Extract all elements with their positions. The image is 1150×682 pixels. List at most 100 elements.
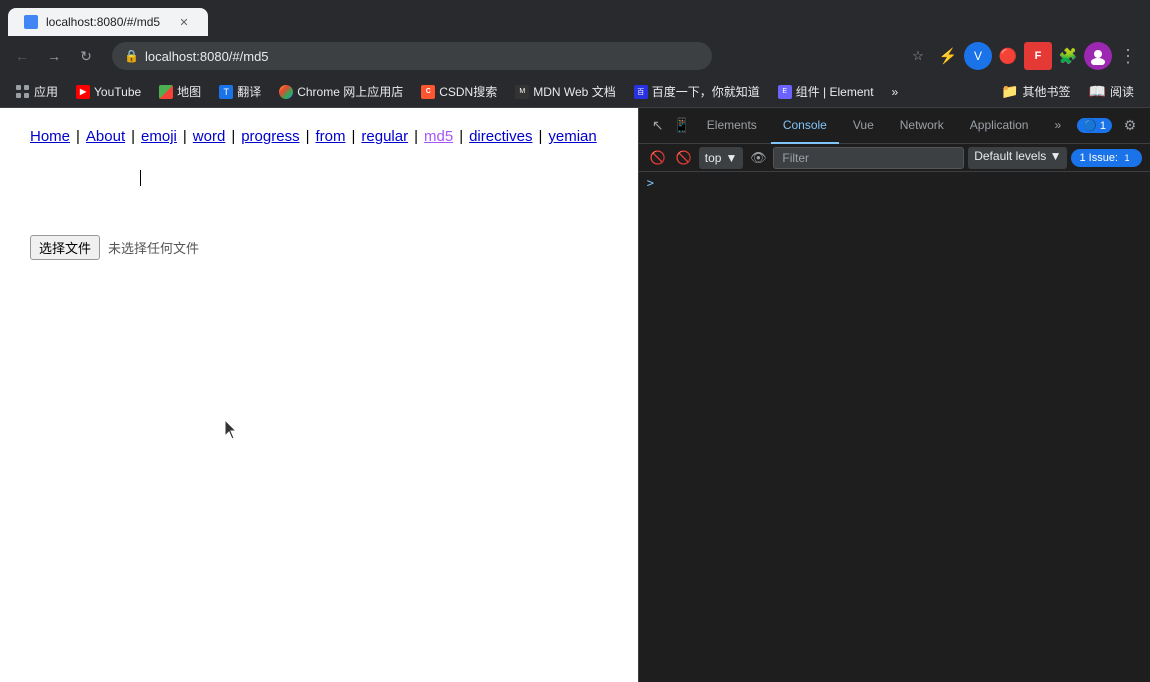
nav-link-progress[interactable]: progress: [241, 128, 299, 145]
bookmark-reader[interactable]: 📖 阅读: [1081, 80, 1142, 104]
bookmark-other[interactable]: 📁 其他书签: [993, 80, 1078, 104]
nav-link-home[interactable]: Home: [30, 128, 70, 145]
devtools-cursor-btn[interactable]: ↖: [647, 115, 669, 137]
devtools-tab-console[interactable]: Console: [771, 108, 839, 144]
bookmark-youtube[interactable]: ▶ YouTube: [68, 80, 149, 104]
vue-tab-label: Vue: [853, 118, 874, 132]
nav-link-directives[interactable]: directives: [469, 128, 532, 145]
devtools-secondary-toolbar: 🚫 🚫 top ▼ 👁 Default levels ▼ 1 Issue: 1: [639, 144, 1150, 172]
bookmark-more[interactable]: »: [884, 80, 907, 104]
tab-favicon: [24, 15, 38, 29]
csdn-label: CSDN搜索: [439, 83, 497, 100]
profile-btn[interactable]: V: [964, 42, 992, 70]
devtools-tab-more[interactable]: »: [1042, 108, 1073, 144]
context-dropdown-icon: ▼: [725, 151, 737, 165]
bookmark-star-btn[interactable]: ☆: [904, 42, 932, 70]
nav-link-from[interactable]: from: [315, 128, 345, 145]
devtools-tab-network[interactable]: Network: [888, 108, 956, 144]
file-choose-button[interactable]: 选择文件: [30, 235, 100, 260]
back-button[interactable]: ←: [8, 42, 36, 70]
sep-3: |: [183, 128, 187, 145]
youtube-label: YouTube: [94, 85, 141, 99]
extension2-btn[interactable]: F: [1024, 42, 1052, 70]
console-arrow: >: [647, 176, 654, 190]
bookmark-translate[interactable]: T 翻译: [211, 80, 269, 104]
more-tabs-label: »: [1054, 118, 1061, 132]
devtools-tab-vue[interactable]: Vue: [841, 108, 886, 144]
issue-chip[interactable]: 1 Issue: 1: [1071, 149, 1142, 167]
nav-link-yemian[interactable]: yemian: [548, 128, 596, 145]
devtools-tab-elements[interactable]: Elements: [695, 108, 769, 144]
devtools-settings-btn[interactable]: ⚙: [1118, 114, 1142, 138]
context-selector[interactable]: top ▼: [699, 147, 744, 169]
baidu-label: 百度一下，你就知道: [652, 83, 760, 100]
clear-console-btn[interactable]: 🚫: [647, 147, 669, 169]
bookmark-element[interactable]: E 组件 | Element: [770, 80, 882, 104]
filter-input[interactable]: [773, 147, 964, 169]
bookmark-baidu[interactable]: 百 百度一下，你就知道: [626, 80, 768, 104]
bookmark-csdn[interactable]: C CSDN搜索: [413, 80, 505, 104]
refresh-button[interactable]: ↻: [72, 42, 100, 70]
tab-title: localhost:8080/#/md5: [46, 15, 168, 29]
file-input-area: 选择文件 未选择任何文件: [30, 235, 608, 260]
translate-label: 翻译: [237, 83, 261, 100]
reader-icon: 📖: [1089, 83, 1106, 100]
network-tab-label: Network: [900, 118, 944, 132]
address-input-container[interactable]: 🔒 localhost:8080/#/md5: [112, 42, 712, 70]
devtools-console: >: [639, 172, 1150, 682]
nav-link-md5[interactable]: md5: [424, 128, 453, 145]
console-tab-label: Console: [783, 118, 827, 132]
devtools-tab-application[interactable]: Application: [958, 108, 1041, 144]
content-area: Home | About | emoji | word | progress |…: [0, 108, 1150, 682]
console-input-area[interactable]: [658, 176, 1142, 190]
sep-4: |: [231, 128, 235, 145]
sep-8: |: [459, 128, 463, 145]
bookmark-chrome-store[interactable]: Chrome 网上应用店: [271, 80, 411, 104]
text-cursor: [140, 170, 141, 186]
menu-btn[interactable]: ⋮: [1114, 42, 1142, 70]
levels-selector[interactable]: Default levels ▼: [968, 147, 1067, 169]
devtools-panel: ↖ 📱 Elements Console Vue Network Applica…: [638, 108, 1150, 682]
nav-link-regular[interactable]: regular: [361, 128, 408, 145]
reader-label: 阅读: [1110, 83, 1134, 100]
extensions-puzzle-btn[interactable]: 🧩: [1054, 42, 1082, 70]
csdn-icon: C: [421, 85, 435, 99]
apps-label: 应用: [34, 83, 58, 100]
tab-bar: localhost:8080/#/md5 ✕: [0, 0, 1150, 36]
account-btn[interactable]: [1084, 42, 1112, 70]
console-prompt[interactable]: >: [647, 176, 1142, 190]
toolbar-right: ☆ ⚡ V 🔴 F 🧩 ⋮: [904, 42, 1142, 70]
extension1-btn[interactable]: 🔴: [994, 42, 1022, 70]
nav-link-word[interactable]: word: [193, 128, 226, 145]
filter-btn[interactable]: 🚫: [673, 147, 695, 169]
devtools-toolbar: ↖ 📱 Elements Console Vue Network Applica…: [639, 108, 1150, 144]
sep-1: |: [76, 128, 80, 145]
eye-btn[interactable]: 👁: [747, 147, 769, 169]
browser-window: localhost:8080/#/md5 ✕ ← → ↻ 🔒 localhost…: [0, 0, 1150, 682]
forward-button[interactable]: →: [40, 42, 68, 70]
issues-badge[interactable]: 🔵 1: [1077, 118, 1112, 133]
sep-7: |: [414, 128, 418, 145]
folder-icon: 📁: [1001, 83, 1018, 100]
url-text: localhost:8080/#/md5: [145, 49, 269, 64]
levels-label: Default levels ▼: [974, 149, 1061, 163]
nav-link-emoji[interactable]: emoji: [141, 128, 177, 145]
cursor-area: [30, 165, 608, 195]
address-bar: ← → ↻ 🔒 localhost:8080/#/md5 ☆ ⚡ V 🔴 F 🧩…: [0, 36, 1150, 76]
context-label: top: [705, 151, 722, 165]
element-icon: E: [778, 85, 792, 99]
nav-link-about[interactable]: About: [86, 128, 125, 145]
bookmark-apps[interactable]: 应用: [8, 80, 66, 104]
mdn-icon: M: [515, 85, 529, 99]
tab-close-btn[interactable]: ✕: [176, 14, 192, 30]
sep-5: |: [306, 128, 310, 145]
devtools-device-btn[interactable]: 📱: [671, 115, 693, 137]
active-tab[interactable]: localhost:8080/#/md5 ✕: [8, 8, 208, 36]
sep-2: |: [131, 128, 135, 145]
element-label: 组件 | Element: [796, 83, 874, 100]
bookmark-mdn[interactable]: M MDN Web 文档: [507, 80, 623, 104]
performance-btn[interactable]: ⚡: [934, 42, 962, 70]
bookmark-maps[interactable]: 地图: [151, 80, 209, 104]
maps-label: 地图: [177, 83, 201, 100]
mdn-label: MDN Web 文档: [533, 83, 615, 100]
